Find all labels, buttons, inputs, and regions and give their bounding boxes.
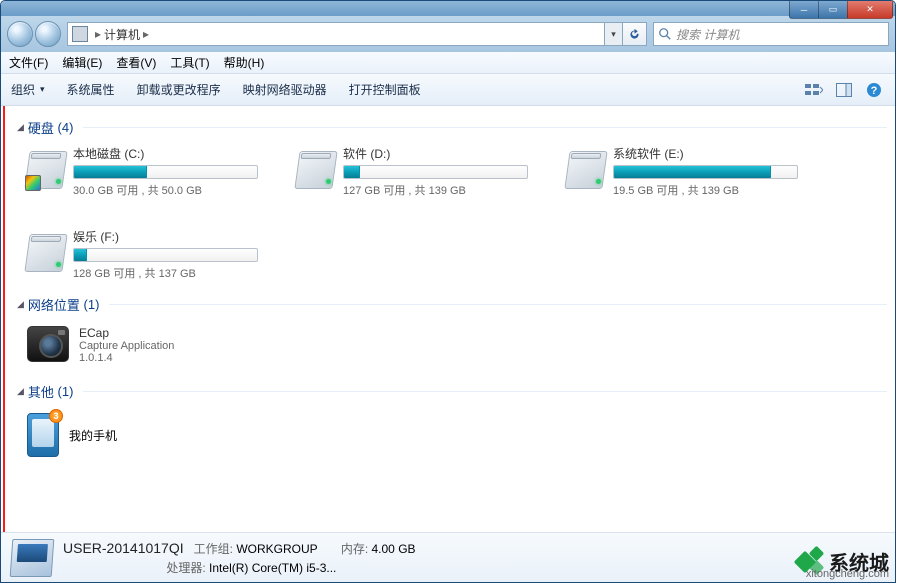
explorer-window: ─ ▭ ✕ ▸ 计算机 ▸ ▾ 搜索 计算机 文件(F): [0, 0, 896, 583]
drive-e[interactable]: 系统软件 (E:) 19.5 GB 可用 , 共 139 GB: [567, 145, 817, 198]
drive-name: 娱乐 (F:): [73, 228, 277, 245]
drive-f[interactable]: 娱乐 (F:) 128 GB 可用 , 共 137 GB: [27, 228, 277, 281]
watermark: 系统城 xitongcheng.com: [795, 546, 889, 576]
other-item-name: 我的手机: [69, 427, 117, 444]
drive-name: 本地磁盘 (C:): [73, 145, 277, 162]
search-placeholder: 搜索 计算机: [676, 26, 739, 43]
address-wrap: ▸ 计算机 ▸ ▾: [67, 22, 647, 46]
minimize-button[interactable]: ─: [789, 1, 819, 19]
maximize-button[interactable]: ▭: [818, 1, 848, 19]
net-item-name: ECap: [79, 326, 174, 340]
annotation-highlight: [3, 106, 5, 532]
titlebar[interactable]: ─ ▭ ✕: [1, 1, 895, 16]
drive-icon: [567, 151, 605, 189]
menu-tools[interactable]: 工具(T): [170, 54, 209, 71]
camera-icon: [27, 326, 69, 362]
status-bar: USER-20141017QI 工作组: WORKGROUP 内存: 4.00 …: [1, 532, 895, 582]
search-icon: [658, 27, 672, 41]
net-item-version: 1.0.1.4: [79, 352, 174, 364]
preview-pane-button[interactable]: [833, 79, 855, 101]
menu-bar: 文件(F) 编辑(E) 查看(V) 工具(T) 帮助(H): [1, 52, 895, 74]
group-title: 网络位置: [28, 295, 80, 314]
menu-edit[interactable]: 编辑(E): [62, 54, 102, 71]
nav-bar: ▸ 计算机 ▸ ▾ 搜索 计算机: [1, 16, 895, 52]
drive-icon: [297, 151, 335, 189]
phone-icon: 3: [27, 413, 59, 457]
open-control-panel-button[interactable]: 打开控制面板: [349, 81, 421, 98]
close-button[interactable]: ✕: [847, 1, 893, 19]
collapse-icon: ◢: [17, 122, 28, 133]
drive-d[interactable]: 软件 (D:) 127 GB 可用 , 共 139 GB: [297, 145, 547, 198]
forward-button[interactable]: [35, 21, 61, 47]
watermark-url: xitongcheng.com: [806, 568, 889, 580]
usage-bar: [343, 165, 528, 179]
svg-text:?: ?: [871, 85, 878, 97]
content-area: ◢ 硬盘 (4) 本地磁盘 (C:) 30.0 GB 可用 , 共 50.0 G…: [1, 106, 895, 532]
menu-help[interactable]: 帮助(H): [224, 54, 265, 71]
search-input[interactable]: 搜索 计算机: [653, 22, 889, 46]
drive-stat: 19.5 GB 可用 , 共 139 GB: [613, 182, 817, 198]
drives-grid: 本地磁盘 (C:) 30.0 GB 可用 , 共 50.0 GB 软件 (D:)…: [17, 145, 887, 281]
usage-bar: [613, 165, 798, 179]
address-sep: ▸: [140, 27, 152, 41]
group-title: 其他: [28, 382, 54, 401]
group-header-hdd[interactable]: ◢ 硬盘 (4): [17, 118, 887, 137]
drive-icon: [27, 151, 65, 189]
address-dropdown[interactable]: ▾: [605, 22, 623, 46]
system-properties-button[interactable]: 系统属性: [67, 81, 115, 98]
drive-icon: [27, 234, 65, 272]
group-header-other[interactable]: ◢ 其他 (1): [17, 382, 887, 401]
usage-bar: [73, 165, 258, 179]
group-title: 硬盘: [28, 118, 54, 137]
window-buttons: ─ ▭ ✕: [790, 1, 893, 19]
computer-name: USER-20141017QI: [63, 540, 184, 556]
status-text: USER-20141017QI 工作组: WORKGROUP 内存: 4.00 …: [63, 538, 416, 577]
other-item-phone[interactable]: 3 我的手机: [17, 409, 887, 477]
drive-stat: 30.0 GB 可用 , 共 50.0 GB: [73, 182, 277, 198]
address-location: 计算机: [104, 26, 140, 43]
help-button[interactable]: ?: [863, 79, 885, 101]
usage-bar: [73, 248, 258, 262]
address-sep: ▸: [92, 27, 104, 41]
menu-file[interactable]: 文件(F): [9, 54, 48, 71]
collapse-icon: ◢: [17, 299, 28, 310]
change-view-button[interactable]: [803, 79, 825, 101]
notification-badge: 3: [49, 409, 63, 423]
group-header-network[interactable]: ◢ 网络位置 (1): [17, 295, 887, 314]
toolbar: 组织 系统属性 卸载或更改程序 映射网络驱动器 打开控制面板 ?: [1, 74, 895, 106]
uninstall-programs-button[interactable]: 卸载或更改程序: [137, 81, 221, 98]
computer-icon: [72, 26, 88, 42]
menu-view[interactable]: 查看(V): [116, 54, 156, 71]
drive-c[interactable]: 本地磁盘 (C:) 30.0 GB 可用 , 共 50.0 GB: [27, 145, 277, 198]
refresh-button[interactable]: [623, 22, 647, 46]
drive-name: 软件 (D:): [343, 145, 547, 162]
network-item-ecap[interactable]: ECap Capture Application 1.0.1.4: [17, 322, 887, 376]
organize-button[interactable]: 组织: [11, 81, 45, 98]
address-bar[interactable]: ▸ 计算机 ▸: [67, 22, 605, 46]
refresh-icon: [628, 28, 641, 41]
computer-icon: [10, 539, 55, 577]
drive-stat: 128 GB 可用 , 共 137 GB: [73, 265, 277, 281]
drive-name: 系统软件 (E:): [613, 145, 817, 162]
map-network-drive-button[interactable]: 映射网络驱动器: [243, 81, 327, 98]
nav-history: [7, 21, 61, 47]
net-item-desc: Capture Application: [79, 340, 174, 352]
collapse-icon: ◢: [17, 386, 28, 397]
back-button[interactable]: [7, 21, 33, 47]
drive-stat: 127 GB 可用 , 共 139 GB: [343, 182, 547, 198]
